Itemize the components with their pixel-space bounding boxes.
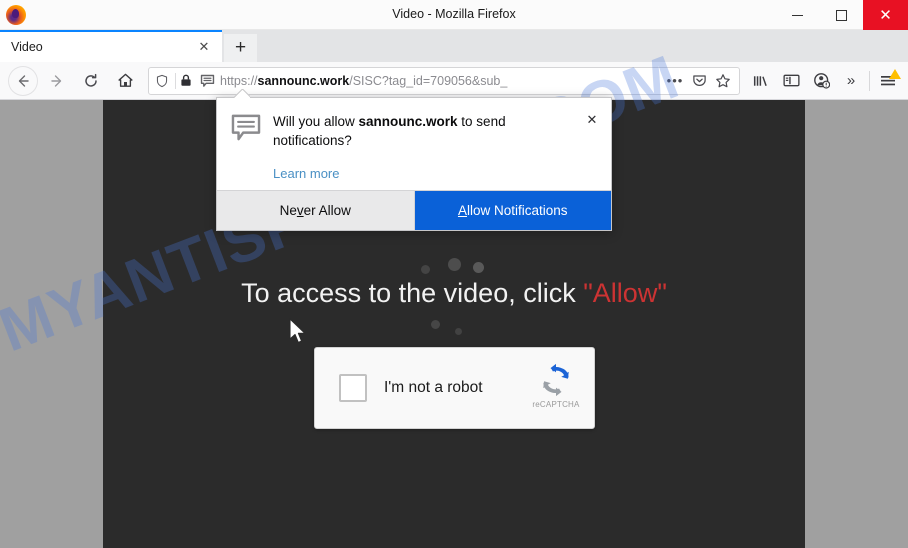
- library-icon[interactable]: [746, 66, 776, 96]
- back-arrow-icon: [18, 74, 29, 87]
- account-icon[interactable]: [806, 66, 836, 96]
- page-actions-icon[interactable]: •••: [663, 69, 687, 93]
- panel-actions: Ne v er Allow Allow Notifications: [217, 190, 611, 231]
- never-allow-label-part1: Ne: [279, 203, 297, 219]
- close-icon: ✕: [879, 6, 892, 24]
- title-bar: Video - Mozilla Firefox ✕: [0, 0, 908, 30]
- headline-text: To access to the video, click: [241, 278, 584, 308]
- overflow-chevrons-icon[interactable]: »: [836, 66, 866, 96]
- reload-button[interactable]: [76, 66, 106, 96]
- new-tab-button[interactable]: +: [224, 34, 257, 62]
- tab-label: Video: [11, 40, 43, 54]
- url-path: /SISC?tag_id=709056&sub_: [349, 73, 508, 88]
- forward-arrow-icon: [51, 74, 62, 87]
- recaptcha-label: I'm not a robot: [384, 379, 483, 396]
- pocket-icon[interactable]: [687, 69, 711, 93]
- forward-button[interactable]: [42, 66, 72, 96]
- never-allow-accel: v: [296, 203, 304, 219]
- update-warning-badge-icon: [889, 68, 901, 79]
- recaptcha-brand: reCAPTCHA: [518, 348, 594, 428]
- recaptcha-widget[interactable]: I'm not a robot reCAPTCHA: [314, 347, 595, 429]
- allow-accel: A: [457, 203, 467, 219]
- tracking-protection-shield-icon[interactable]: [149, 74, 175, 88]
- maximize-button[interactable]: [819, 0, 863, 30]
- permission-question: Will you allow sannounc.work to send not…: [273, 113, 575, 150]
- page-headline: To access to the video, click "Allow": [103, 278, 805, 309]
- window-controls: ✕: [775, 0, 908, 30]
- never-allow-label-part2: er Allow: [303, 203, 351, 219]
- home-button[interactable]: [110, 66, 140, 96]
- window-title: Video - Mozilla Firefox: [392, 7, 516, 21]
- headline-allow-word: "Allow": [583, 278, 667, 308]
- navigation-toolbar: https://sannounc.work/SISC?tag_id=709056…: [0, 62, 908, 100]
- learn-more-link[interactable]: Learn more: [273, 166, 575, 181]
- tab-video[interactable]: Video ✕: [0, 30, 222, 62]
- notification-permission-panel: Will you allow sannounc.work to send not…: [216, 97, 612, 232]
- url-prefix: https://: [220, 73, 258, 88]
- close-window-button[interactable]: ✕: [863, 0, 908, 30]
- firefox-logo-icon: [6, 4, 26, 25]
- url-domain: sannounc.work: [257, 73, 350, 88]
- url-text[interactable]: https://sannounc.work/SISC?tag_id=709056…: [218, 74, 663, 88]
- notification-bubble-icon: [231, 113, 265, 185]
- panel-body: Will you allow sannounc.work to send not…: [217, 98, 611, 190]
- back-button[interactable]: [8, 66, 38, 96]
- toolbar-right-icons: »: [746, 66, 908, 96]
- panel-texts: Will you allow sannounc.work to send not…: [265, 113, 597, 185]
- allow-label-rest: llow Notifications: [466, 203, 568, 219]
- allow-notifications-button[interactable]: Allow Notifications: [414, 191, 611, 231]
- question-domain: sannounc.work: [358, 114, 458, 129]
- panel-pointer-arrow: [234, 89, 250, 98]
- tab-close-icon[interactable]: ✕: [194, 37, 214, 57]
- lock-icon[interactable]: [176, 74, 196, 87]
- never-allow-button[interactable]: Ne v er Allow: [217, 191, 415, 231]
- notification-permission-icon[interactable]: [196, 74, 218, 88]
- recaptcha-checkbox[interactable]: [339, 374, 367, 402]
- recaptcha-brand-label: reCAPTCHA: [532, 400, 580, 409]
- home-icon: [117, 73, 133, 87]
- app-menu-button[interactable]: [873, 66, 903, 96]
- sidebar-icon[interactable]: [776, 66, 806, 96]
- tab-strip: Video ✕ +: [0, 30, 908, 62]
- recaptcha-logo-icon: [543, 363, 569, 397]
- reload-icon: [85, 73, 97, 87]
- firefox-browser-window: Video - Mozilla Firefox ✕ Video ✕ + http…: [0, 0, 908, 548]
- bookmark-star-icon[interactable]: [711, 69, 735, 93]
- panel-close-icon[interactable]: ✕: [583, 111, 601, 129]
- url-bar-actions: •••: [663, 69, 739, 93]
- question-prefix: Will you allow: [273, 114, 359, 129]
- minimize-button[interactable]: [775, 0, 819, 30]
- toolbar-separator: [869, 70, 870, 91]
